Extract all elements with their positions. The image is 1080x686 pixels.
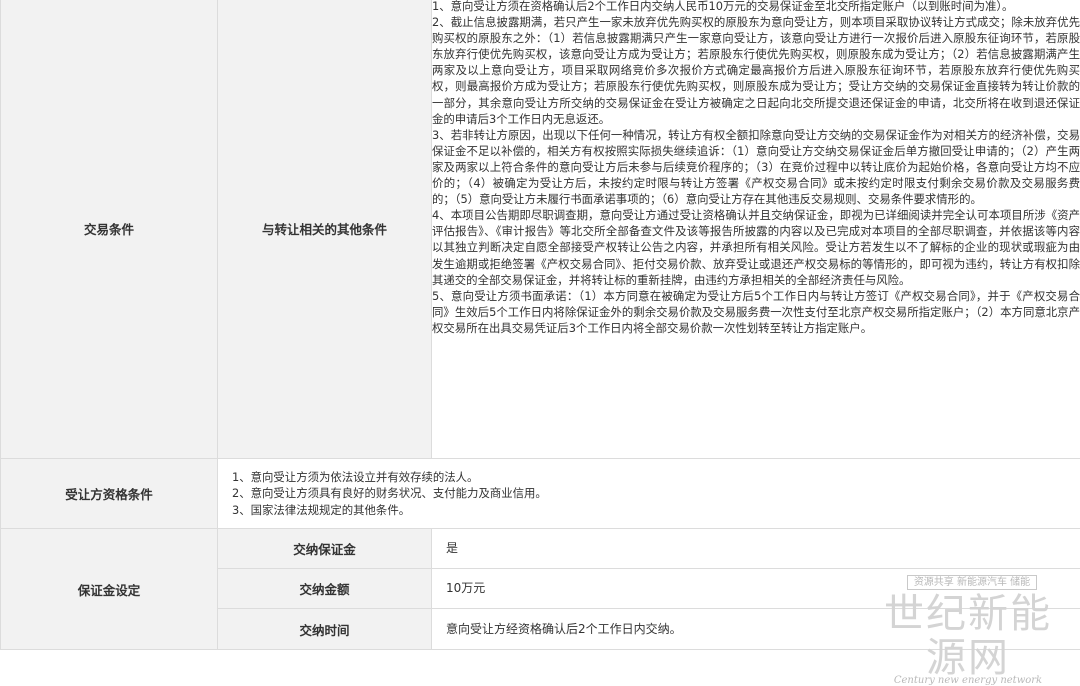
buyer-qualification-label: 受让方资格条件 xyxy=(1,459,218,529)
buyer-qualification-row: 受让方资格条件 1、意向受让方须为依法设立并有效存续的法人。 2、意向受让方须具… xyxy=(1,459,1080,529)
deposit-required-label: 交纳保证金 xyxy=(218,529,432,569)
condition-paragraph-4: 4、本项目公告期即尽职调查期，意向受让方通过受让资格确认并且交纳保证金，即视为已… xyxy=(432,207,1080,287)
watermark-tagline: 资源共享 新能源汽车 储能 xyxy=(907,575,1037,590)
deposit-time-label: 交纳时间 xyxy=(218,609,432,650)
other-conditions-label: 与转让相关的其他条件 xyxy=(218,0,432,459)
condition-paragraph-3: 3、若非转让方原因，出现以下任何一种情况，转让方有权全额扣除意向受让方交纳的交易… xyxy=(432,127,1080,207)
deposit-label: 保证金设定 xyxy=(1,529,218,650)
qualification-item-1: 1、意向受让方须为依法设立并有效存续的法人。 xyxy=(232,469,1080,486)
qualification-item-2: 2、意向受让方须具有良好的财务状况、支付能力及商业信用。 xyxy=(232,485,1080,502)
condition-paragraph-2: 2、截止信息披露期满，若只产生一家未放弃优先购买权的原股东为意向受让方，则本项目… xyxy=(432,14,1080,127)
condition-paragraph-5: 5、意向受让方须书面承诺：（1）本方同意在被确定为受让方后5个工作日内与转让方签… xyxy=(432,288,1080,336)
deposit-row-1: 保证金设定 交纳保证金 是 xyxy=(1,529,1080,569)
watermark-subtitle: Century new energy network xyxy=(868,676,1068,686)
deposit-amount-label: 交纳金额 xyxy=(218,569,432,609)
trade-conditions-row: 交易条件 与转让相关的其他条件 1、意向受让方须在资格确认后2个工作日内交纳人民… xyxy=(1,0,1080,459)
watermark-logo: 资源共享 新能源汽车 储能 世纪新能源网 Century new energy … xyxy=(868,570,1068,686)
watermark-title: 世纪新能源网 xyxy=(868,592,1068,680)
other-conditions-content: 1、意向受让方须在资格确认后2个工作日内交纳人民币10万元的交易保证金至北交所指… xyxy=(432,0,1080,459)
trade-conditions-label: 交易条件 xyxy=(1,0,218,459)
qualification-item-3: 3、国家法律法规规定的其他条件。 xyxy=(232,502,1080,519)
condition-paragraph-1: 1、意向受让方须在资格确认后2个工作日内交纳人民币10万元的交易保证金至北交所指… xyxy=(432,0,1080,14)
transfer-info-table: 交易条件 与转让相关的其他条件 1、意向受让方须在资格确认后2个工作日内交纳人民… xyxy=(0,0,1080,650)
deposit-required-value: 是 xyxy=(432,529,1080,569)
buyer-qualification-content: 1、意向受让方须为依法设立并有效存续的法人。 2、意向受让方须具有良好的财务状况… xyxy=(218,459,1080,529)
